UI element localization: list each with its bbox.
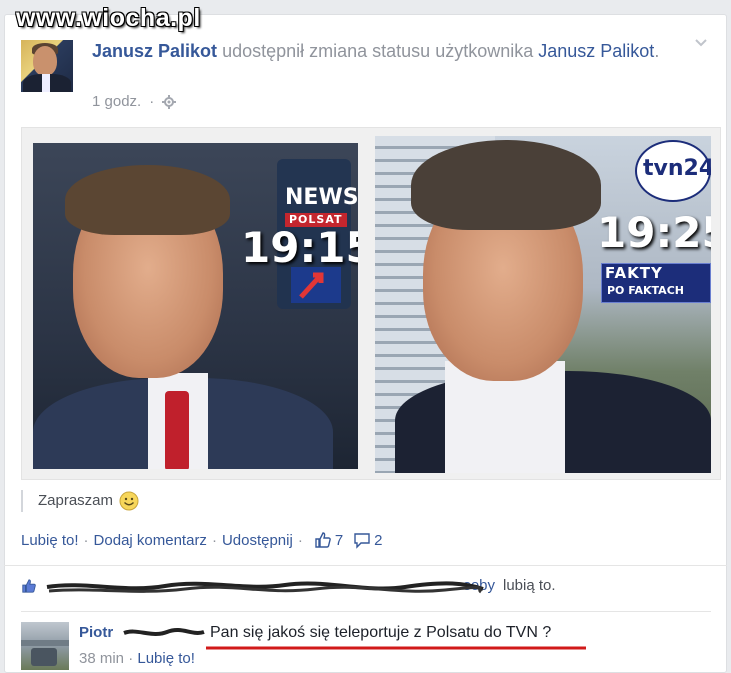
post-caption: Zapraszam [21, 490, 139, 512]
comment-author-name[interactable]: Piotr [79, 624, 113, 641]
chevron-down-icon[interactable] [694, 36, 708, 50]
comment-text: Pan się jakoś się teleportuje z Polsatu … [210, 624, 552, 641]
author-name-link[interactable]: Janusz Palikot [92, 41, 217, 61]
commenter-avatar[interactable] [21, 622, 69, 670]
shared-from-link[interactable]: Janusz Palikot [538, 41, 654, 61]
share-link[interactable]: Udostępnij [222, 532, 293, 549]
comment-link[interactable]: Dodaj komentarz [94, 532, 207, 549]
red-underline [206, 646, 586, 650]
divider [4, 565, 727, 566]
smiley-icon [119, 491, 139, 511]
shared-photo[interactable]: NEWS POLSAT 19:15 tvn24 19:25 FAKTY PO F… [21, 127, 721, 480]
post-actions: Lubię to! · Dodaj komentarz · Udostępnij… [21, 531, 383, 549]
tvn24-label: tvn24 [643, 156, 711, 181]
post-time[interactable]: 1 godz. [92, 93, 141, 110]
like-summary-icon [22, 578, 36, 593]
like-link[interactable]: Lubię to! [21, 532, 79, 549]
redaction-scribble [46, 581, 484, 594]
polsat-time: 19:15 [241, 223, 358, 272]
comment-like-link[interactable]: Lubię to! [137, 650, 195, 667]
gear-icon[interactable] [162, 94, 177, 109]
author-avatar[interactable] [21, 40, 73, 92]
likers-list[interactable]: soby [45, 577, 495, 594]
news-label: NEWS [285, 185, 358, 210]
action-text: udostępnił zmiana statusu użytkownika [222, 41, 534, 61]
comments-count[interactable]: 2 [374, 532, 382, 549]
comment-bubble-icon[interactable] [353, 531, 371, 549]
likes-summary: soby lubią to. [21, 577, 556, 594]
likes-count[interactable]: 7 [335, 532, 343, 549]
polsat-logo-icon [291, 267, 341, 303]
photo-left-polsat: NEWS POLSAT 19:15 [33, 143, 358, 469]
comment-author-redaction [123, 628, 205, 636]
watermark: www.wiocha.pl [16, 4, 201, 32]
post-header: Janusz Palikot udostępnił zmiana statusu… [92, 41, 660, 61]
likes-suffix: lubią to. [503, 577, 556, 594]
caption-text: Zapraszam [38, 492, 114, 509]
photo-right-tvn: tvn24 19:25 FAKTY PO FAKTACH [375, 136, 711, 473]
thumbs-up-icon[interactable] [314, 531, 332, 549]
comment-time[interactable]: 38 min [79, 650, 124, 667]
comment-meta: 38 min · Lubię to! [79, 650, 195, 667]
comment-divider [21, 611, 711, 612]
post-meta: 1 godz. · [92, 93, 177, 110]
tvn-time: 19:25 [597, 208, 711, 257]
fakty-label: FAKTY [605, 264, 663, 282]
po-faktach-label: PO FAKTACH [607, 284, 684, 297]
